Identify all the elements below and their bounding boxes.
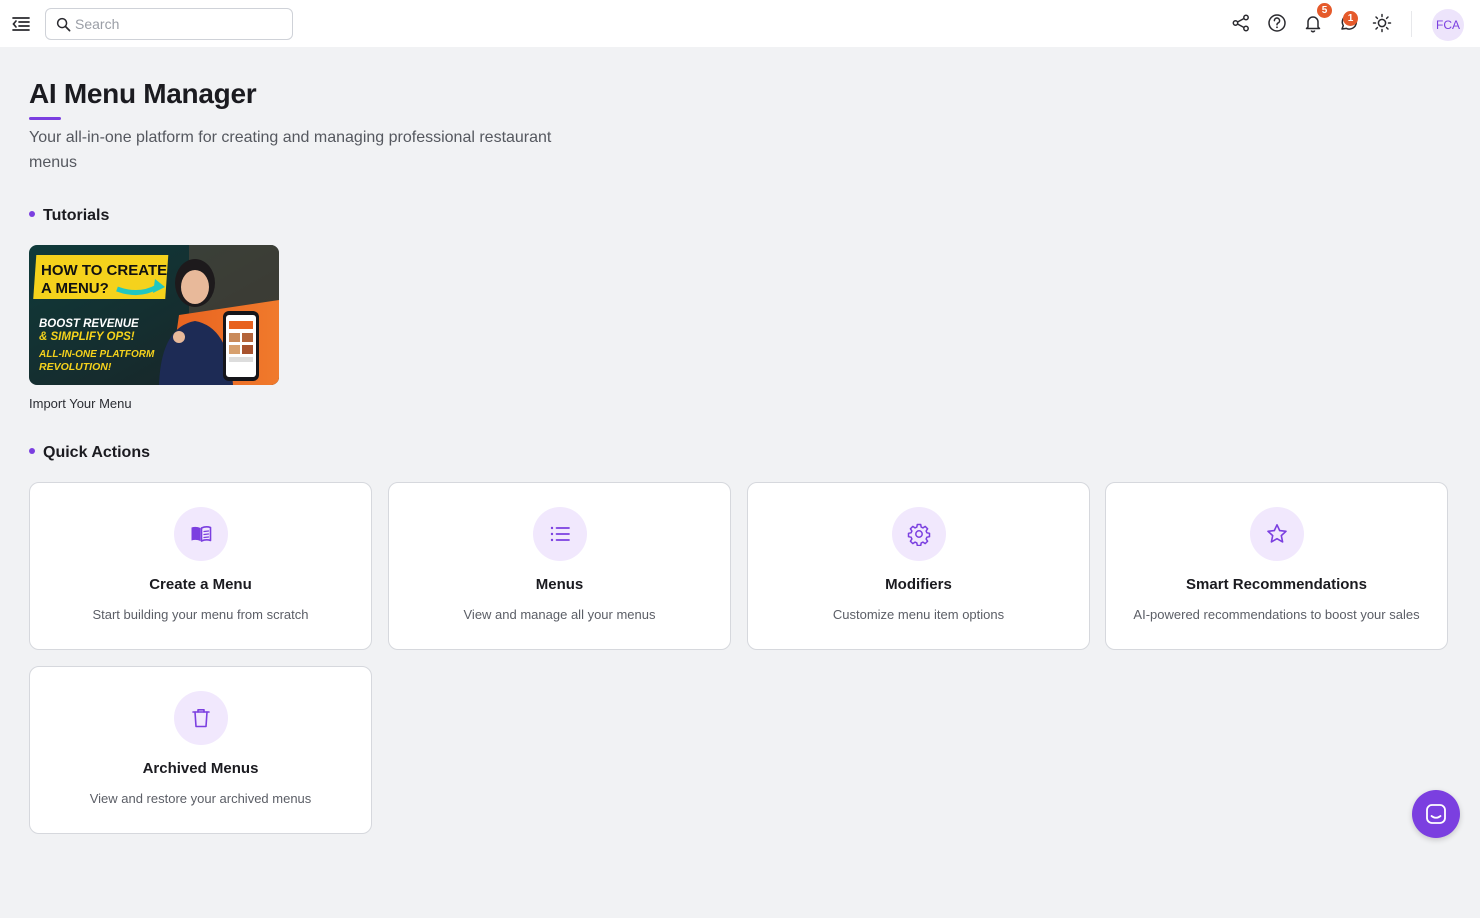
notifications-badge: 5 (1317, 3, 1332, 18)
tutorials-heading-label: Tutorials (43, 207, 110, 224)
card-description: Start building your menu from scratch (92, 607, 309, 622)
section-dot (29, 210, 35, 217)
title-underline (29, 117, 61, 120)
card-icon-circle (532, 507, 587, 561)
topbar-divider (1411, 11, 1412, 37)
card-icon-circle (1249, 507, 1304, 561)
list-icon (550, 526, 570, 542)
tutorial-video-thumbnail[interactable]: HOW TO CREATE A MENU? BOOST REVENUE & SI… (29, 245, 279, 385)
trash-icon (191, 709, 210, 728)
page-title: AI Menu Manager (29, 78, 257, 109)
thumbnail-headline-1: HOW TO CREATE (41, 262, 167, 279)
tutorials-heading: Tutorials (29, 207, 109, 225)
thumbnail-headline-4: & SIMPLIFY OPS! (39, 331, 135, 343)
card-title: Create a Menu (149, 576, 252, 593)
card-icon-circle (173, 691, 228, 745)
theme-sun-icon[interactable] (1371, 12, 1393, 34)
section-dot (29, 447, 35, 454)
search-input[interactable] (75, 14, 285, 34)
user-avatar[interactable]: FCA (1432, 9, 1464, 41)
archived-menus-card[interactable]: Archived Menus View and restore your arc… (29, 666, 372, 834)
star-icon (1266, 524, 1287, 543)
thumbnail-headline-3: BOOST REVENUE (39, 318, 139, 330)
chat-support-button[interactable] (1412, 790, 1460, 838)
quick-actions-heading: Quick Actions (29, 444, 150, 462)
quick-actions-heading-label: Quick Actions (43, 444, 150, 461)
card-icon-circle (173, 507, 228, 561)
menus-card[interactable]: Menus View and manage all your menus (388, 482, 731, 650)
card-icon-circle (891, 507, 946, 561)
menu-toggle-icon[interactable] (10, 13, 32, 35)
card-title: Menus (535, 576, 584, 593)
card-title: Smart Recommendations (1186, 576, 1367, 593)
page-subtitle: Your all-in-one platform for creating an… (29, 129, 552, 171)
share-icon[interactable] (1230, 12, 1252, 34)
thumbnail-headline-5: ALL-IN-ONE PLATFORM (38, 349, 155, 360)
smart-recommendations-card[interactable]: Smart Recommendations AI-powered recomme… (1105, 482, 1448, 650)
card-description: View and manage all your menus (463, 607, 656, 622)
thumbnail-headline-6: REVOLUTION! (39, 361, 112, 373)
help-icon[interactable] (1266, 12, 1288, 34)
search-box[interactable] (45, 8, 293, 40)
modifiers-card[interactable]: Modifiers Customize menu item options (747, 482, 1090, 650)
chat-icon (1426, 804, 1446, 824)
book-icon (191, 526, 211, 542)
create-menu-card[interactable]: Create a Menu Start building your menu f… (29, 482, 372, 650)
card-title: Archived Menus (142, 760, 259, 777)
card-title: Modifiers (885, 576, 952, 593)
top-bar: 5 1 FCA (0, 0, 1480, 47)
card-description: View and restore your archived menus (89, 791, 312, 806)
thumbnail-headline-2: A MENU? (41, 280, 109, 297)
tutorial-caption[interactable]: Import Your Menu (29, 396, 132, 411)
messages-badge: 1 (1343, 11, 1358, 26)
gear-icon (907, 523, 930, 546)
card-description: AI-powered recommendations to boost your… (1133, 607, 1420, 622)
search-icon (56, 17, 71, 32)
card-description: Customize menu item options (832, 607, 1005, 622)
